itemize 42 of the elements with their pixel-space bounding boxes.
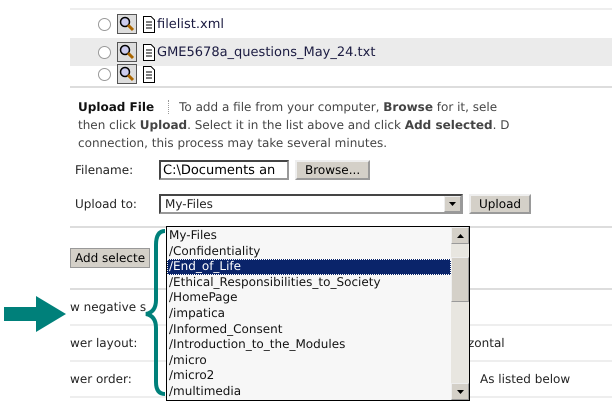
arrow-drawing <box>4 296 66 332</box>
dropdown-option[interactable]: /End_of_Life <box>167 259 451 275</box>
upload-button[interactable]: Upload <box>469 194 532 214</box>
dropdown-option[interactable]: My-Files <box>167 228 451 244</box>
file-name[interactable]: filelist.xml <box>157 16 224 32</box>
field-label: Filename: <box>75 163 134 177</box>
dropdown-option[interactable]: /Confidentiality <box>167 244 451 260</box>
dropdown-option[interactable]: /micro2 <box>167 368 451 384</box>
radio-button[interactable] <box>98 46 111 58</box>
instruction-text: To add a file from your computer, Browse for it, sele <box>179 100 498 114</box>
document-icon <box>143 44 155 60</box>
dropdown-option[interactable]: /impatica <box>167 306 451 322</box>
instruction-text: then click Upload. Select it in the list above and click Add selected. D <box>78 117 510 134</box>
field-label: Upload to: <box>75 197 138 211</box>
magnifier-icon[interactable] <box>117 64 137 84</box>
setting-label: wer order: <box>70 372 132 386</box>
browse-button[interactable]: Browse... <box>295 160 370 180</box>
filename-field[interactable]: C:\Documents an <box>159 160 289 180</box>
dropdown-option[interactable]: /Informed_Consent <box>167 322 451 338</box>
section-title: Upload File <box>78 100 170 114</box>
setting-value: zontal <box>468 336 505 350</box>
setting-label: wer layout: <box>70 336 138 350</box>
document-icon <box>143 66 155 82</box>
dropdown-option[interactable]: /Ethical_Responsibilities_to_Society <box>167 274 451 290</box>
magnifier-icon[interactable] <box>117 42 137 62</box>
magnifier-icon[interactable] <box>117 14 137 34</box>
document-icon <box>143 16 155 32</box>
add-selected-button[interactable]: Add selecte <box>70 248 150 268</box>
radio-button[interactable] <box>98 68 111 80</box>
scroll-up-arrow-icon[interactable] <box>456 234 464 238</box>
setting-value: As listed below <box>480 372 570 386</box>
radio-button[interactable] <box>98 18 111 30</box>
dropdown-option[interactable]: /multimedia <box>167 384 451 400</box>
dropdown-option[interactable]: /HomePage <box>167 290 451 306</box>
dropdown-arrow-icon[interactable] <box>456 390 464 394</box>
instruction-text: connection, this process may take several minutes. <box>78 135 388 152</box>
dropdown-option[interactable]: /micro <box>167 352 451 368</box>
dropdown-option[interactable]: /Introduction_to_the_Modules <box>167 337 451 353</box>
setting-label: w negative s <box>70 300 146 314</box>
folder-dropdown[interactable]: My-Files <box>159 194 463 214</box>
scroll-thumb[interactable] <box>451 257 469 302</box>
dropdown-arrow-icon[interactable] <box>449 202 456 206</box>
